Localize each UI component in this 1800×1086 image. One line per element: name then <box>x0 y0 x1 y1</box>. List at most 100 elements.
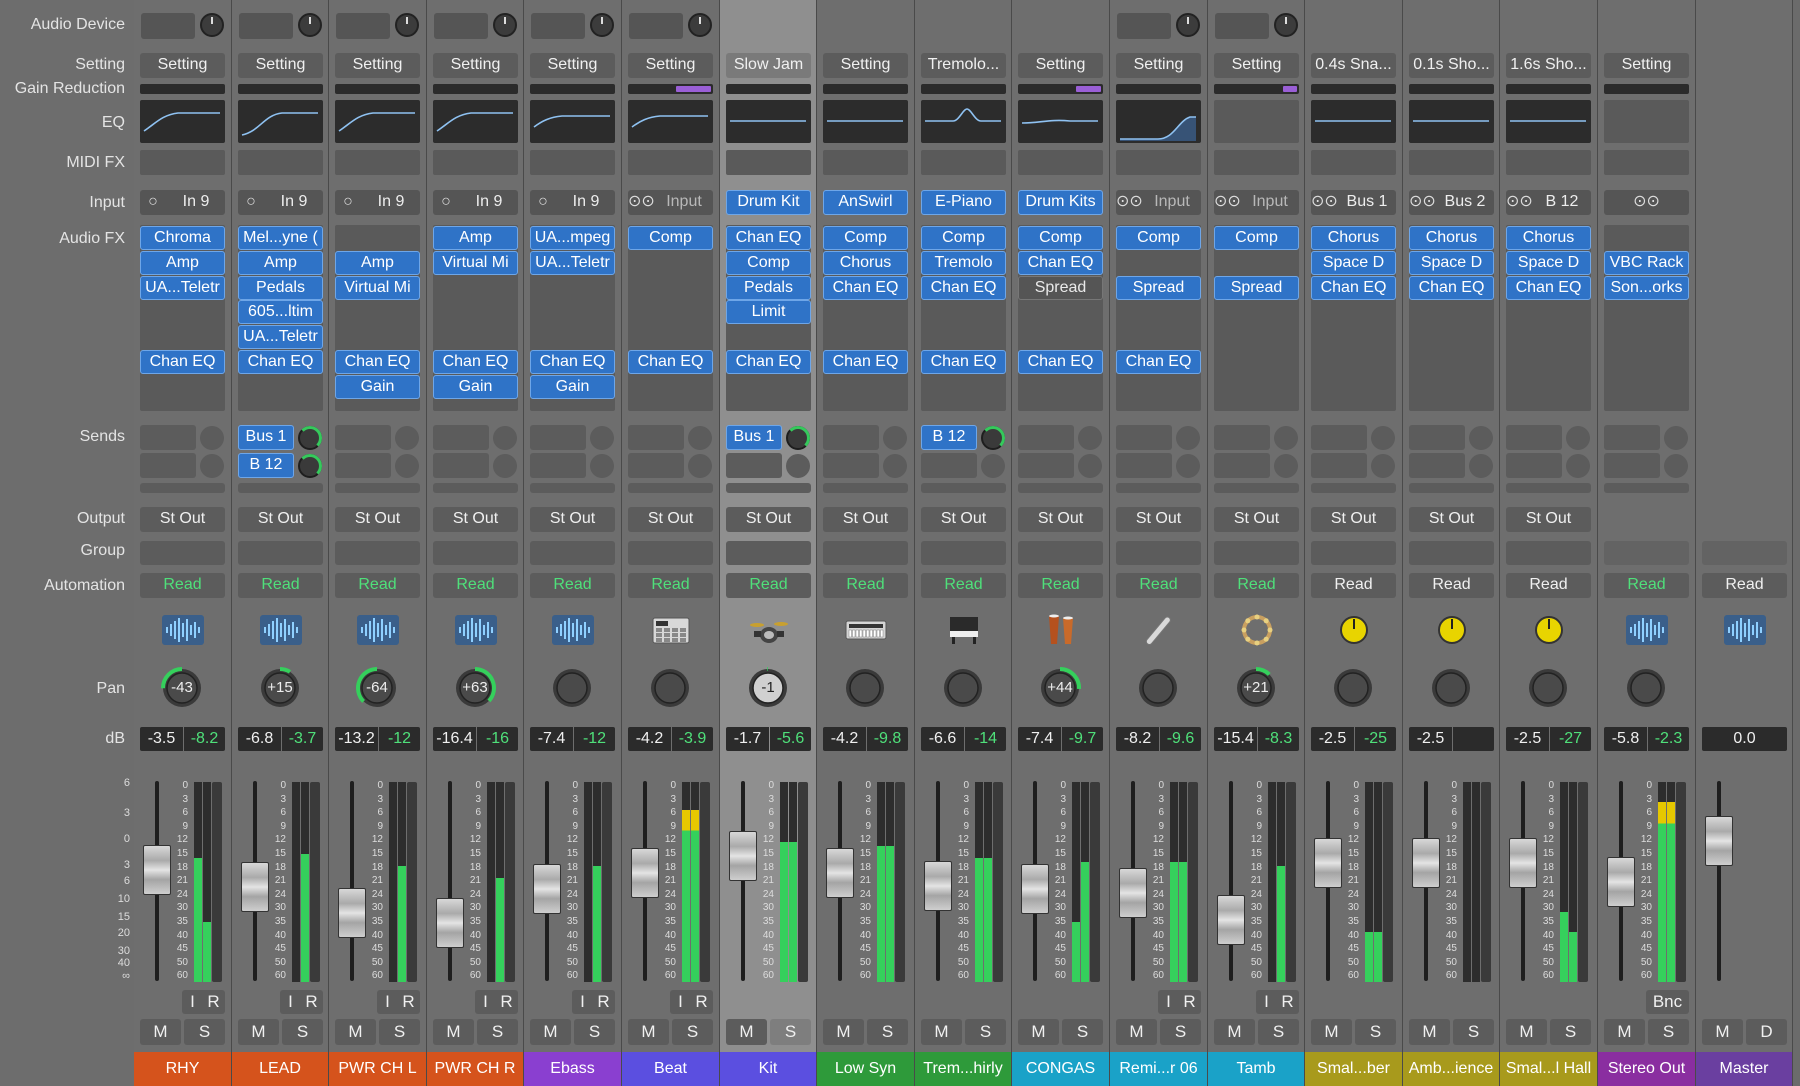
channel-name[interactable]: Smal...ber <box>1305 1052 1402 1086</box>
output-button[interactable]: St Out <box>1214 507 1299 532</box>
midi-fx-slot[interactable] <box>1018 150 1103 175</box>
audio-fx-plugin[interactable]: Space D <box>1311 250 1396 275</box>
channel-name[interactable]: Kit <box>720 1052 816 1086</box>
volume-db-value[interactable]: -13.2 <box>335 727 378 751</box>
input-button[interactable]: ○ In 9 <box>140 190 225 215</box>
audio-device-slot[interactable] <box>239 13 293 39</box>
volume-db-value[interactable]: -2.5 <box>1311 727 1354 751</box>
peak-db-value[interactable]: -3.9 <box>672 727 713 751</box>
send-extra-slot[interactable] <box>1311 483 1396 493</box>
audio-fx-plugin[interactable]: Comp <box>823 226 908 250</box>
eq-thumbnail[interactable] <box>1214 100 1299 143</box>
pan-knob[interactable]: +21 <box>1232 664 1280 712</box>
eq-thumbnail[interactable] <box>1604 100 1689 143</box>
send-level-knob[interactable] <box>1469 426 1493 450</box>
send-extra-slot[interactable] <box>433 483 518 493</box>
waveform-icon[interactable] <box>238 609 323 651</box>
send-level-knob[interactable] <box>1469 454 1493 478</box>
send-slot[interactable] <box>530 425 586 450</box>
synth-icon[interactable] <box>823 609 908 651</box>
mute-button[interactable]: M <box>1409 1019 1450 1045</box>
output-button[interactable]: St Out <box>1116 507 1201 532</box>
waveform-icon[interactable] <box>530 609 615 651</box>
pan-knob[interactable] <box>1134 664 1182 712</box>
send-slot[interactable] <box>628 425 684 450</box>
volume-fader-cap[interactable] <box>1119 867 1147 918</box>
input-button[interactable]: ⊙⊙ Bus 2 <box>1409 190 1494 215</box>
channel-name[interactable]: Remi...r 06 <box>1110 1052 1207 1086</box>
send-level-knob[interactable] <box>883 454 907 478</box>
send-bus-button[interactable]: B 12 <box>238 453 294 478</box>
automation-mode-button[interactable]: Read <box>921 573 1006 598</box>
midi-fx-slot[interactable] <box>628 150 713 175</box>
automation-mode-button[interactable]: Read <box>335 573 420 598</box>
volume-db-value[interactable]: 0.0 <box>1702 727 1787 751</box>
send-level-knob[interactable] <box>395 454 419 478</box>
mute-button[interactable]: M <box>335 1019 376 1045</box>
mute-button[interactable]: M <box>530 1019 571 1045</box>
mute-button[interactable]: M <box>238 1019 279 1045</box>
send-level-knob[interactable] <box>1664 454 1688 478</box>
solo-button[interactable]: S <box>1160 1019 1201 1045</box>
automation-mode-button[interactable]: Read <box>1506 573 1591 598</box>
channel-name[interactable]: Stereo Out <box>1598 1052 1695 1086</box>
setting-button[interactable]: 0.4s Sna... <box>1311 53 1396 78</box>
volume-db-value[interactable]: -1.7 <box>726 727 769 751</box>
mute-button[interactable]: M <box>1506 1019 1547 1045</box>
midi-fx-slot[interactable] <box>726 150 811 175</box>
audio-fx-plugin[interactable]: Amp <box>238 250 323 275</box>
output-button[interactable]: St Out <box>1409 507 1494 532</box>
group-slot[interactable] <box>1506 541 1591 565</box>
volume-fader-cap[interactable] <box>1314 837 1342 888</box>
input-instrument-button[interactable]: Drum Kit <box>726 190 811 215</box>
record-enable-button[interactable]: R <box>496 990 517 1014</box>
group-slot[interactable] <box>1702 541 1787 565</box>
midi-fx-slot[interactable] <box>1311 150 1396 175</box>
solo-button[interactable]: S <box>1355 1019 1396 1045</box>
midi-fx-slot[interactable] <box>1116 150 1201 175</box>
solo-button[interactable]: S <box>574 1019 615 1045</box>
send-level-knob[interactable] <box>1274 454 1298 478</box>
audio-fx-plugin[interactable]: Chan EQ <box>335 350 420 374</box>
mute-button[interactable]: M <box>628 1019 669 1045</box>
audio-fx-plugin[interactable]: Pedals <box>726 275 811 300</box>
waveform-icon[interactable] <box>433 609 518 651</box>
input-button[interactable]: ⊙⊙ <box>1604 190 1689 215</box>
pan-knob[interactable] <box>646 664 694 712</box>
channel-name[interactable]: Master <box>1696 1052 1792 1086</box>
send-level-knob[interactable] <box>786 426 810 450</box>
audio-device-slot[interactable] <box>336 13 390 39</box>
volume-db-value[interactable]: -2.5 <box>1409 727 1452 751</box>
volume-fader-cap[interactable] <box>436 898 464 949</box>
audio-fx-plugin[interactable]: Spread <box>1116 275 1201 300</box>
volume-fader-cap[interactable] <box>1509 837 1537 888</box>
audio-fx-plugin[interactable]: Gain <box>530 374 615 399</box>
instrument-power-icon[interactable] <box>1176 13 1200 37</box>
send-slot[interactable] <box>140 453 196 478</box>
output-button[interactable]: St Out <box>628 507 713 532</box>
volume-fader-cap[interactable] <box>143 844 171 895</box>
send-slot[interactable] <box>921 453 977 478</box>
setting-button[interactable]: Setting <box>238 53 323 78</box>
send-extra-slot[interactable] <box>1018 483 1103 493</box>
input-button[interactable]: ⊙⊙ Input <box>1214 190 1299 215</box>
audio-fx-plugin[interactable]: Chan EQ <box>433 350 518 374</box>
send-level-knob[interactable] <box>1274 426 1298 450</box>
input-record-buttons[interactable]: IR <box>1256 990 1299 1014</box>
input-instrument-button[interactable]: Drum Kits <box>1018 190 1103 215</box>
midi-fx-slot[interactable] <box>238 150 323 175</box>
send-slot[interactable] <box>140 425 196 450</box>
output-button[interactable]: St Out <box>1311 507 1396 532</box>
audio-fx-plugin[interactable]: Chan EQ <box>628 350 713 374</box>
input-record-buttons[interactable]: IR <box>280 990 323 1014</box>
setting-button[interactable]: Setting <box>433 53 518 78</box>
eq-thumbnail[interactable] <box>1506 100 1591 143</box>
solo-button[interactable]: S <box>965 1019 1006 1045</box>
mute-button[interactable]: M <box>921 1019 962 1045</box>
audio-fx-plugin[interactable]: Chan EQ <box>1409 275 1494 300</box>
send-extra-slot[interactable] <box>726 483 811 493</box>
audio-fx-plugin[interactable]: Spread <box>1018 275 1103 300</box>
send-slot[interactable] <box>1018 425 1074 450</box>
instrument-power-icon[interactable] <box>590 13 614 37</box>
audio-fx-plugin[interactable]: Virtual Mi <box>335 275 420 300</box>
